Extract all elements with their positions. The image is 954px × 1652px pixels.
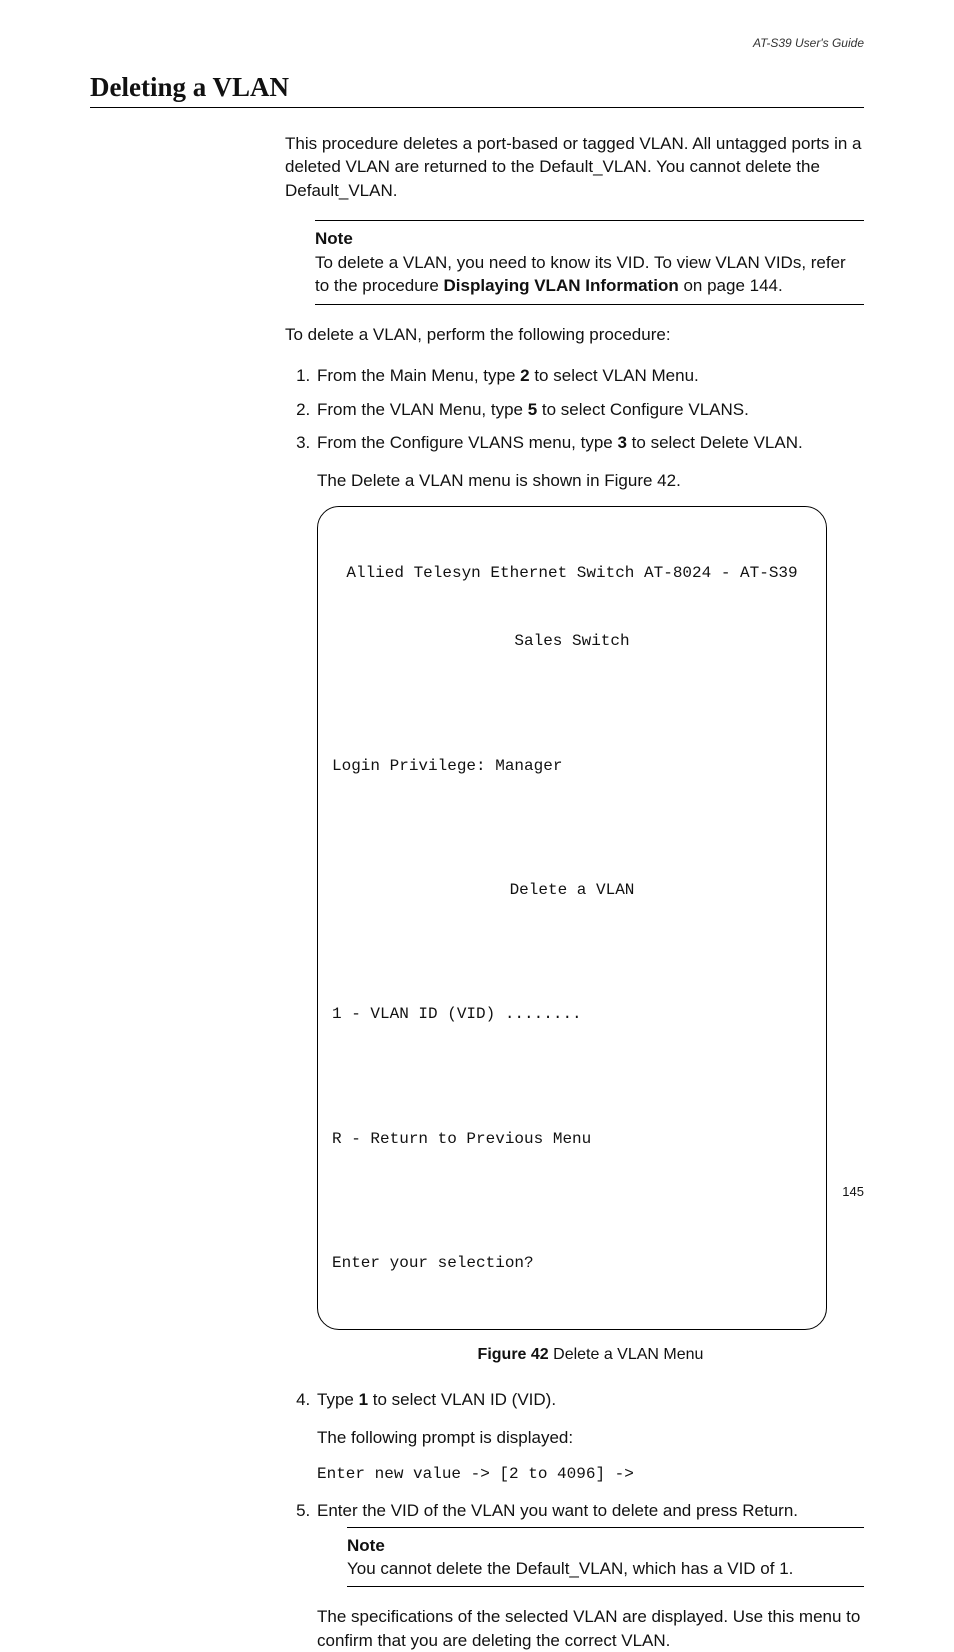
note-block-2: Note You cannot delete the Default_VLAN,… — [347, 1527, 864, 1588]
step-4-sub: The following prompt is displayed: — [317, 1426, 864, 1449]
step-5: Enter the VID of the VLAN you want to de… — [315, 1499, 864, 1652]
closing-paragraph: The specifications of the selected VLAN … — [317, 1605, 864, 1652]
term-line-4: Delete a VLAN — [332, 878, 812, 902]
step-2: From the VLAN Menu, type 5 to select Con… — [315, 398, 864, 421]
section-title: Deleting a VLAN — [90, 72, 864, 108]
note-label-2: Note — [347, 1534, 864, 1557]
term-line-5: 1 - VLAN ID (VID) ........ — [332, 1002, 812, 1026]
note-text: To delete a VLAN, you need to know its V… — [315, 251, 864, 298]
figure-caption: Figure 42 Delete a VLAN Menu — [317, 1344, 864, 1366]
note-text-2: You cannot delete the Default_VLAN, whic… — [347, 1557, 864, 1580]
step-1: From the Main Menu, type 2 to select VLA… — [315, 364, 864, 387]
page-number: 145 — [842, 1184, 864, 1199]
body-content: This procedure deletes a port-based or t… — [285, 132, 864, 1652]
prompt-line: Enter new value -> [2 to 4096] -> — [317, 1463, 864, 1485]
terminal-figure: Allied Telesyn Ethernet Switch AT-8024 -… — [317, 506, 827, 1330]
lead-line: To delete a VLAN, perform the following … — [285, 323, 864, 346]
term-line-1: Allied Telesyn Ethernet Switch AT-8024 -… — [332, 561, 812, 585]
step-4: Type 1 to select VLAN ID (VID). The foll… — [315, 1388, 864, 1485]
step-3-sub: The Delete a VLAN menu is shown in Figur… — [317, 469, 864, 492]
term-line-6: R - Return to Previous Menu — [332, 1127, 812, 1151]
procedure-list: From the Main Menu, type 2 to select VLA… — [285, 364, 864, 1652]
step-3: From the Configure VLANS menu, type 3 to… — [315, 431, 864, 1366]
term-line-3: Login Privilege: Manager — [332, 754, 812, 778]
note-block-1: Note To delete a VLAN, you need to know … — [315, 220, 864, 304]
term-line-2: Sales Switch — [332, 629, 812, 653]
term-line-7: Enter your selection? — [332, 1251, 812, 1275]
running-header: AT-S39 User's Guide — [90, 36, 864, 50]
intro-paragraph: This procedure deletes a port-based or t… — [285, 132, 864, 202]
note-label: Note — [315, 227, 864, 250]
